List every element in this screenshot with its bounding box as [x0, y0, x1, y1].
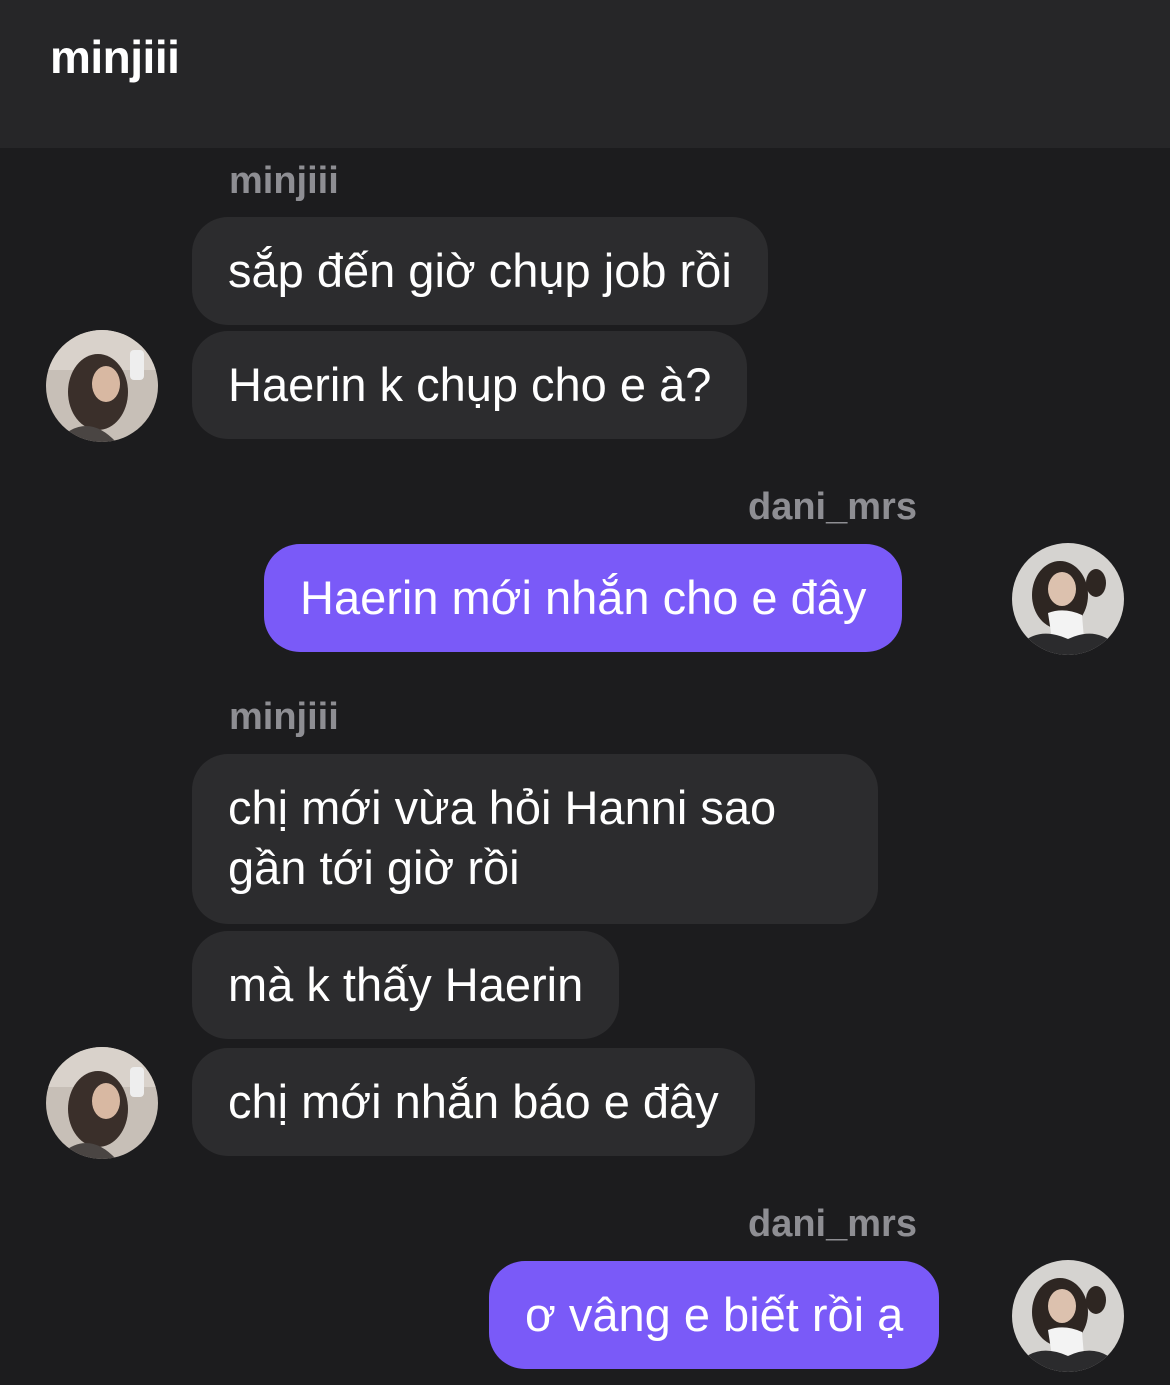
- message-bubble[interactable]: ơ vâng e biết rồi ạ: [489, 1261, 940, 1369]
- chat-title[interactable]: minjiii: [50, 30, 180, 84]
- user-avatar[interactable]: [46, 330, 158, 442]
- chat-header: minjiii: [0, 0, 1170, 148]
- sender-name: dani_mrs: [748, 1203, 917, 1245]
- sender-name: dani_mrs: [748, 486, 917, 528]
- message-bubble[interactable]: mà k thấy Haerin: [192, 931, 620, 1039]
- message-bubble[interactable]: chị mới vừa hỏi Hanni sao gần tới giờ rồ…: [192, 754, 878, 924]
- user-avatar[interactable]: [1012, 1260, 1124, 1372]
- avatar-dani-icon: [1012, 543, 1124, 655]
- user-avatar[interactable]: [46, 1047, 158, 1159]
- avatar-minjiii-icon: [46, 330, 158, 442]
- message-bubble[interactable]: Haerin mới nhắn cho e đây: [264, 544, 903, 652]
- message-bubble[interactable]: Haerin k chụp cho e à?: [192, 331, 748, 439]
- sender-name: minjiii: [229, 696, 339, 738]
- sender-name: minjiii: [229, 160, 339, 202]
- user-avatar[interactable]: [1012, 543, 1124, 655]
- avatar-minjiii-icon: [46, 1047, 158, 1159]
- message-line: chị mới vừa hỏi Hanni sao: [228, 781, 777, 834]
- message-line: gần tới giờ rồi: [228, 841, 520, 894]
- message-bubble[interactable]: sắp đến giờ chụp job rồi: [192, 217, 768, 325]
- avatar-dani-icon: [1012, 1260, 1124, 1372]
- message-bubble[interactable]: chị mới nhắn báo e đây: [192, 1048, 755, 1156]
